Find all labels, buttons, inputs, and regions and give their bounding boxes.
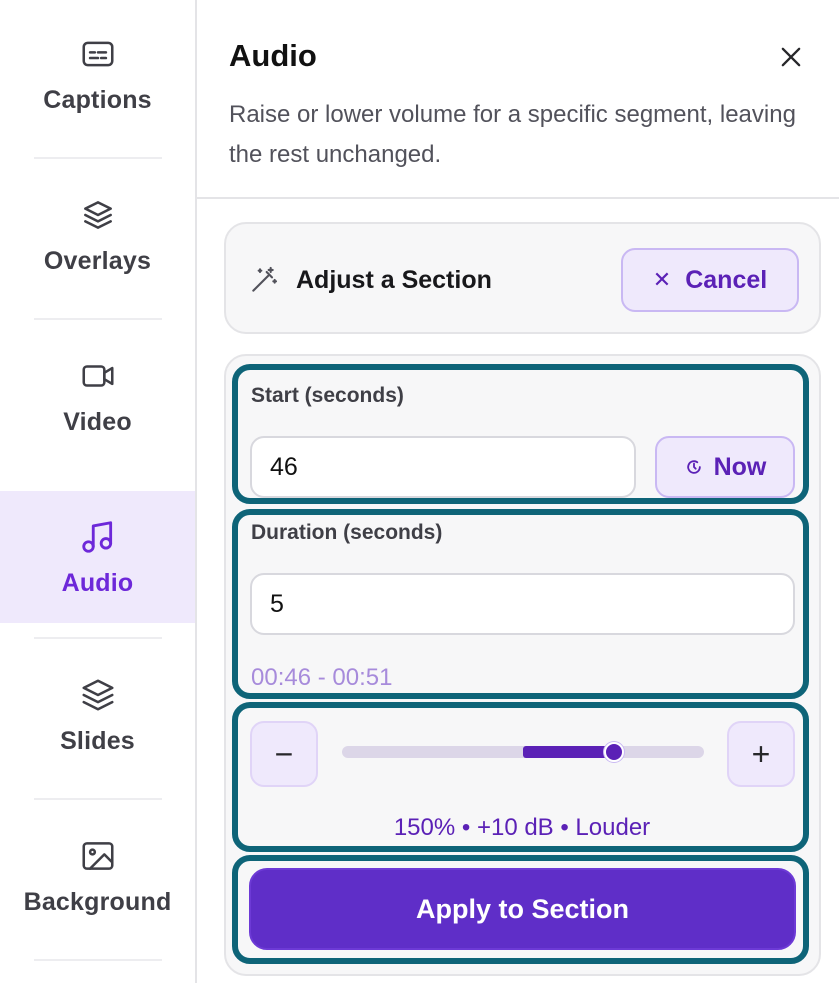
highlight-duration-group: [232, 509, 809, 699]
magic-wand-icon: [248, 264, 280, 296]
sidebar-divider: [34, 637, 162, 639]
sidebar-item-label: Audio: [61, 569, 134, 597]
sidebar-item-background[interactable]: Background: [0, 802, 195, 934]
close-button[interactable]: [770, 36, 812, 78]
highlight-volume-group: [232, 702, 809, 852]
adjust-section-card: Adjust a Section ✕ Cancel: [224, 222, 821, 334]
sidebar-item-overlays[interactable]: Overlays: [0, 161, 195, 293]
panel-description: Raise or lower volume for a specific seg…: [229, 101, 796, 168]
sidebar-item-slides[interactable]: Slides: [0, 641, 195, 773]
sidebar: Captions Overlays Video Audio Slides Bac…: [0, 0, 197, 983]
adjust-section-title: Adjust a Section: [296, 266, 492, 294]
sidebar-item-label: Background: [23, 888, 172, 916]
music-note-icon: [78, 517, 118, 557]
sidebar-divider: [34, 318, 162, 320]
cancel-button-label: Cancel: [685, 265, 768, 294]
sidebar-divider: [34, 157, 162, 159]
sidebar-item-label: Captions: [43, 86, 152, 114]
highlight-apply-group: [232, 855, 809, 964]
close-icon: [781, 47, 801, 67]
slides-stack-icon: [78, 675, 118, 715]
sidebar-divider: [34, 959, 162, 961]
sidebar-item-label: Video: [63, 408, 132, 436]
sidebar-item-captions[interactable]: Captions: [0, 0, 195, 132]
sidebar-divider: [34, 798, 162, 800]
header-divider: [197, 197, 839, 199]
close-icon: ✕: [652, 267, 672, 292]
image-icon: [78, 836, 118, 876]
captions-icon: [78, 34, 118, 74]
sidebar-item-label: Slides: [60, 727, 135, 755]
cancel-button[interactable]: ✕ Cancel: [621, 248, 799, 312]
layers-icon: [78, 195, 118, 235]
highlight-start-group: [232, 364, 809, 504]
sidebar-item-video[interactable]: Video: [0, 322, 195, 454]
panel-title: Audio: [229, 38, 317, 73]
sidebar-item-audio[interactable]: Audio: [0, 491, 195, 623]
sidebar-item-label: Overlays: [43, 247, 152, 275]
video-camera-icon: [78, 356, 118, 396]
